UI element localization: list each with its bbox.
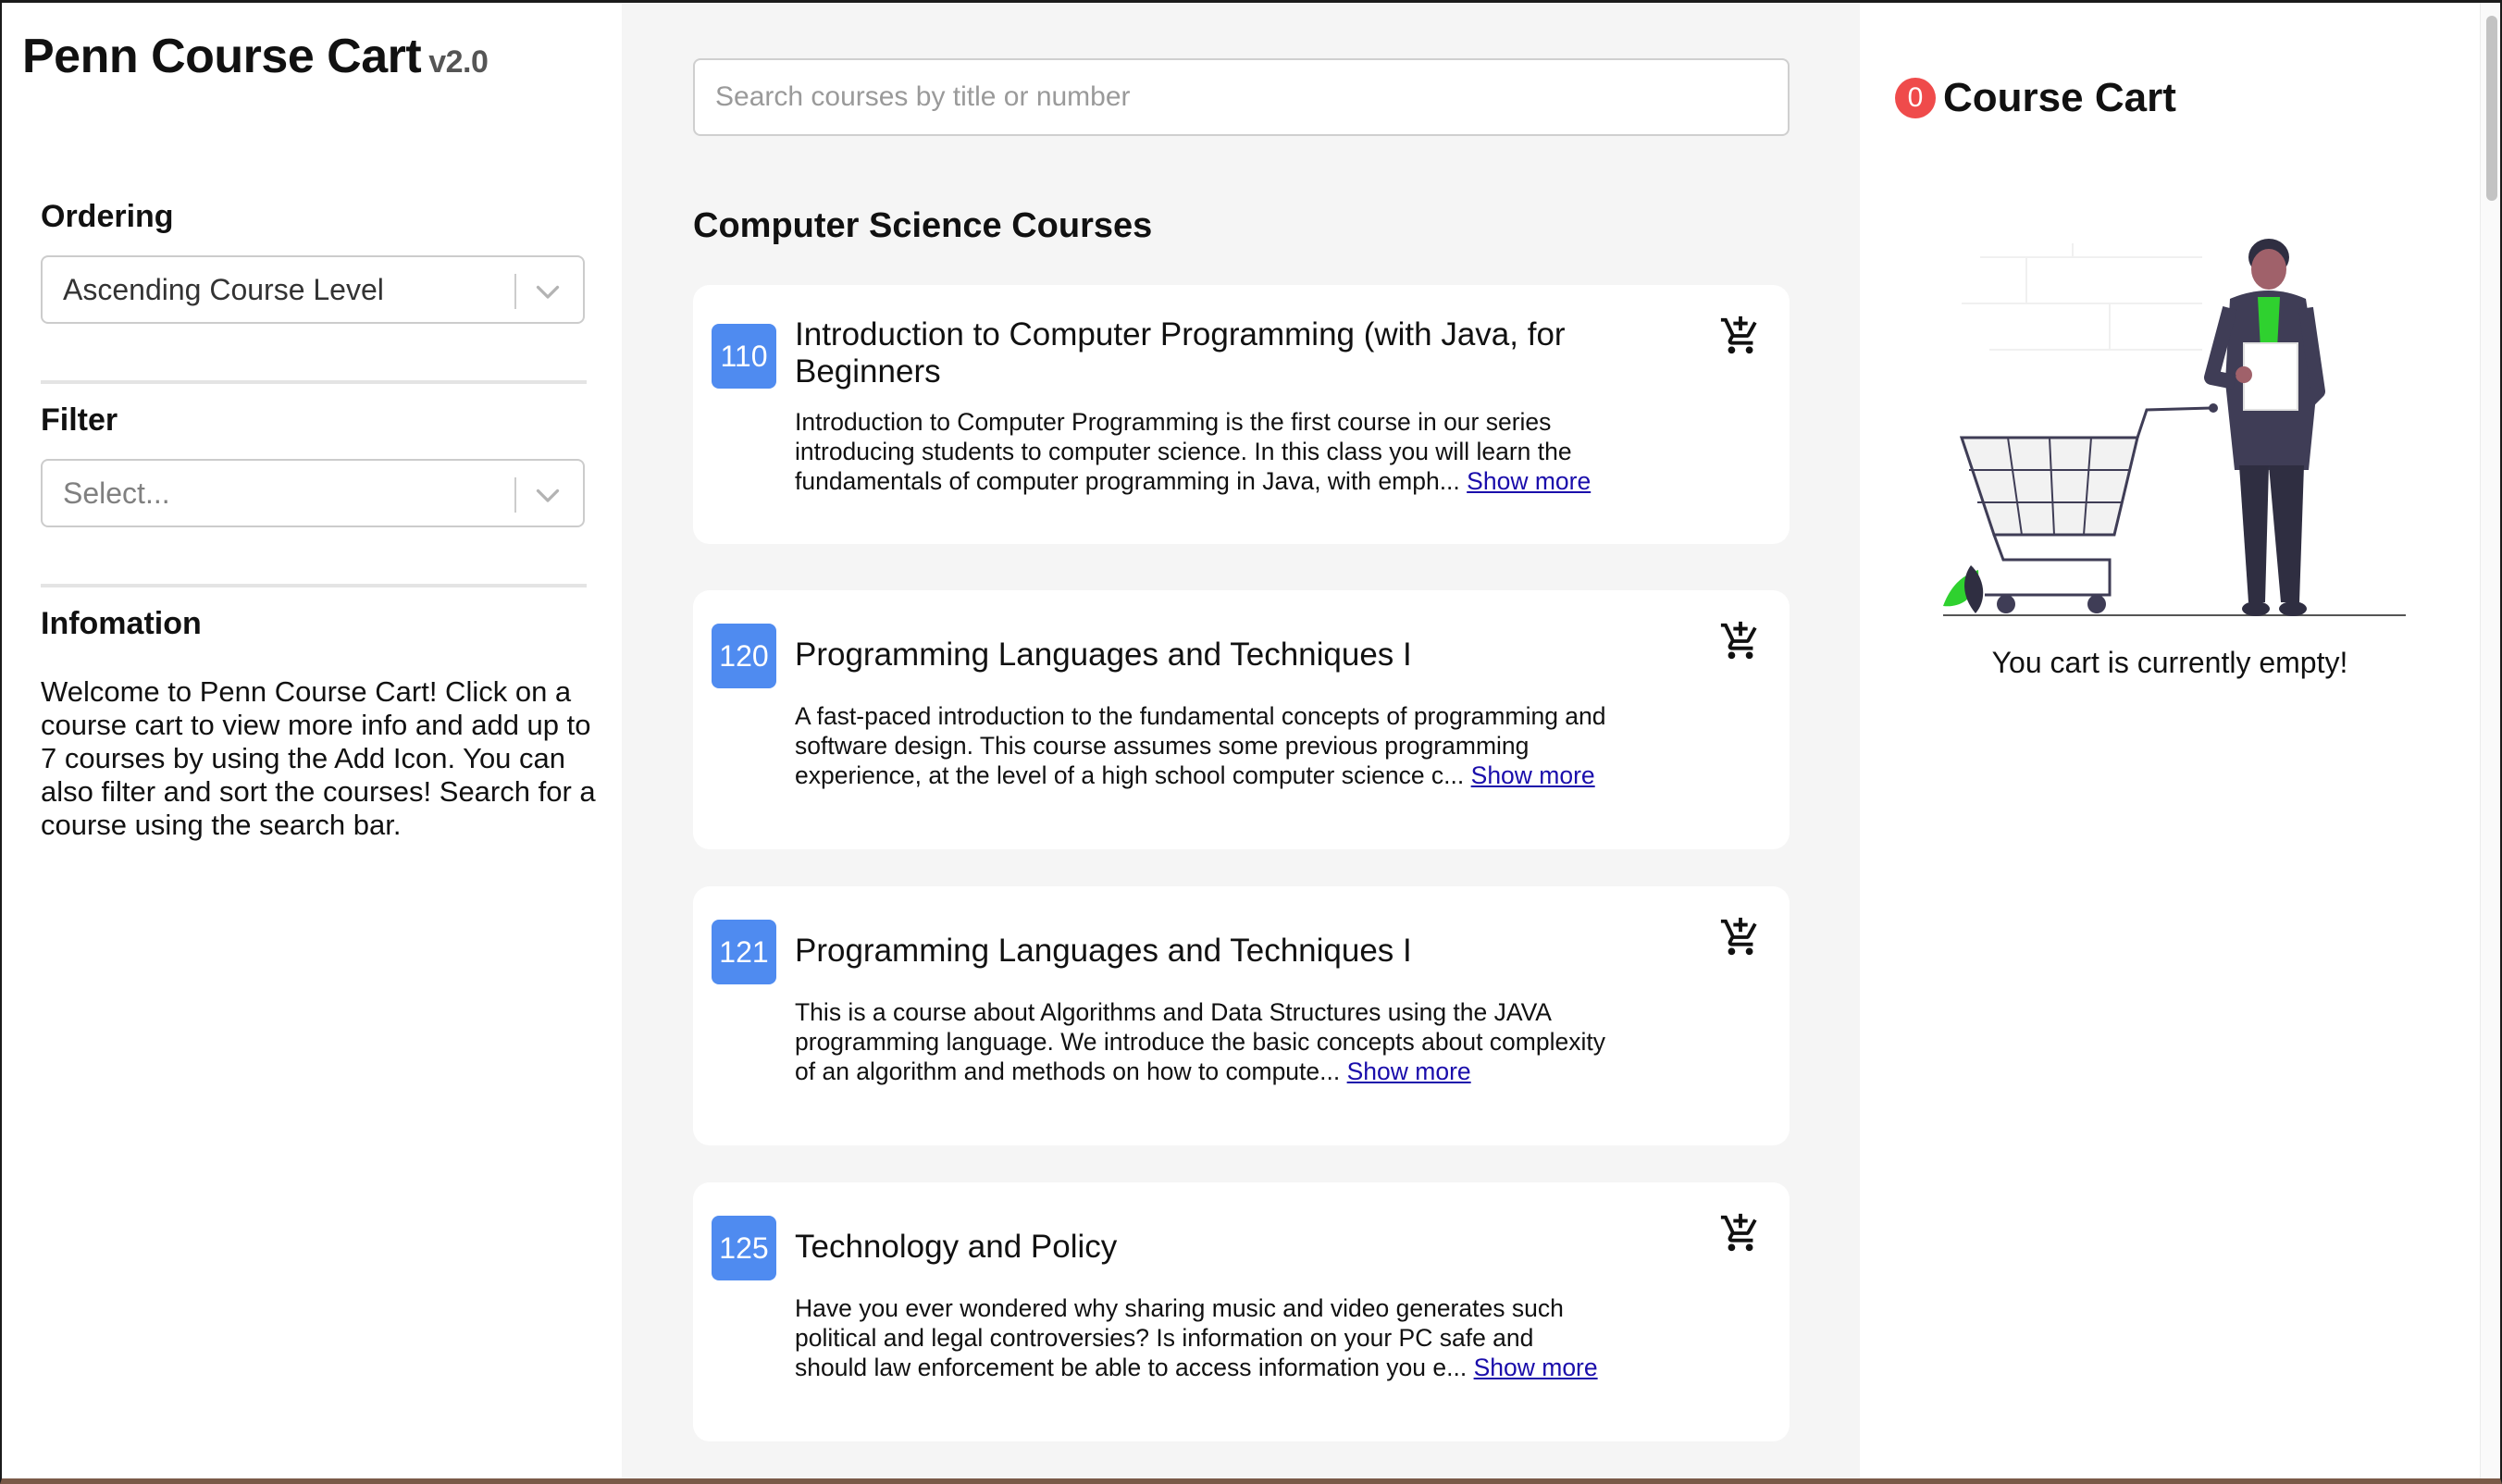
add-to-cart-icon[interactable]	[1719, 916, 1762, 958]
information-label: Infomation	[41, 606, 202, 641]
course-number-badge: 110	[712, 324, 776, 389]
filter-label: Filter	[41, 402, 118, 438]
course-number-badge: 125	[712, 1216, 776, 1280]
shopping-cart-person-illustration	[1943, 239, 2406, 616]
course-description-text: Introduction to Computer Programming is …	[795, 408, 1572, 495]
filter-placeholder: Select...	[63, 476, 170, 510]
course-card[interactable]: 125 Technology and Policy Have you ever …	[693, 1182, 1790, 1441]
search-input[interactable]	[693, 58, 1790, 136]
select-separator	[514, 274, 516, 309]
course-title: Programming Languages and Techniques I	[795, 637, 1412, 673]
cart-count-badge: 0	[1895, 78, 1936, 118]
scrollbar-thumb[interactable]	[2486, 16, 2497, 201]
sidebar-divider	[41, 380, 587, 384]
ordering-selected-value: Ascending Course Level	[63, 273, 384, 306]
course-card[interactable]: 110 Introduction to Computer Programming…	[693, 285, 1790, 544]
show-more-link[interactable]: Show more	[1471, 761, 1595, 789]
cart-header: 0 Course Cart	[1895, 75, 2176, 127]
add-to-cart-icon[interactable]	[1719, 315, 1762, 357]
add-to-cart-icon[interactable]	[1719, 1212, 1762, 1255]
cart-empty-message: You cart is currently empty!	[1991, 646, 2348, 679]
show-more-link[interactable]: Show more	[1347, 1057, 1471, 1085]
add-to-cart-icon[interactable]	[1719, 620, 1762, 662]
show-more-link[interactable]: Show more	[1467, 467, 1591, 495]
information-text: Welcome to Penn Course Cart! Click on a …	[41, 675, 596, 841]
course-card[interactable]: 121 Programming Languages and Techniques…	[693, 886, 1790, 1145]
page-scrollbar[interactable]	[2480, 3, 2500, 1478]
cart-panel: 0 Course Cart You cart is currently empt…	[1860, 3, 2480, 1478]
course-description-text: This is a course about Algorithms and Da…	[795, 998, 1605, 1085]
course-description: Have you ever wondered why sharing music…	[795, 1293, 1609, 1382]
course-number-badge: 121	[712, 920, 776, 984]
sidebar-divider	[41, 584, 587, 587]
sidebar: Penn Course Cart v2.0 Ordering Ascending …	[2, 3, 622, 1478]
chevron-down-icon[interactable]	[531, 275, 564, 308]
app-version: v2.0	[428, 44, 489, 80]
select-separator	[514, 477, 516, 513]
course-description: A fast-paced introduction to the fundame…	[795, 701, 1609, 790]
chevron-down-icon[interactable]	[531, 478, 564, 512]
course-description: Introduction to Computer Programming is …	[795, 407, 1609, 496]
course-number-badge: 120	[712, 624, 776, 688]
course-list-panel: Computer Science Courses 110 Introductio…	[622, 3, 1860, 1478]
app-title: Penn Course Cart v2.0	[22, 29, 489, 84]
app-window: Penn Course Cart v2.0 Ordering Ascending …	[0, 0, 2502, 1484]
course-description: This is a course about Algorithms and Da…	[795, 997, 1609, 1086]
course-title: Technology and Policy	[795, 1229, 1118, 1265]
course-title: Introduction to Computer Programming (wi…	[795, 316, 1566, 390]
course-title: Programming Languages and Techniques I	[795, 933, 1412, 969]
filter-select[interactable]: Select...	[41, 459, 585, 527]
cart-title: Course Cart	[1943, 75, 2176, 120]
section-heading: Computer Science Courses	[693, 206, 1153, 245]
course-description-text: Have you ever wondered why sharing music…	[795, 1294, 1564, 1381]
ordering-select[interactable]: Ascending Course Level	[41, 255, 585, 324]
ordering-label: Ordering	[41, 199, 174, 234]
app-title-text: Penn Course Cart	[22, 30, 422, 83]
course-card[interactable]: 120 Programming Languages and Techniques…	[693, 590, 1790, 849]
show-more-link[interactable]: Show more	[1474, 1354, 1598, 1381]
